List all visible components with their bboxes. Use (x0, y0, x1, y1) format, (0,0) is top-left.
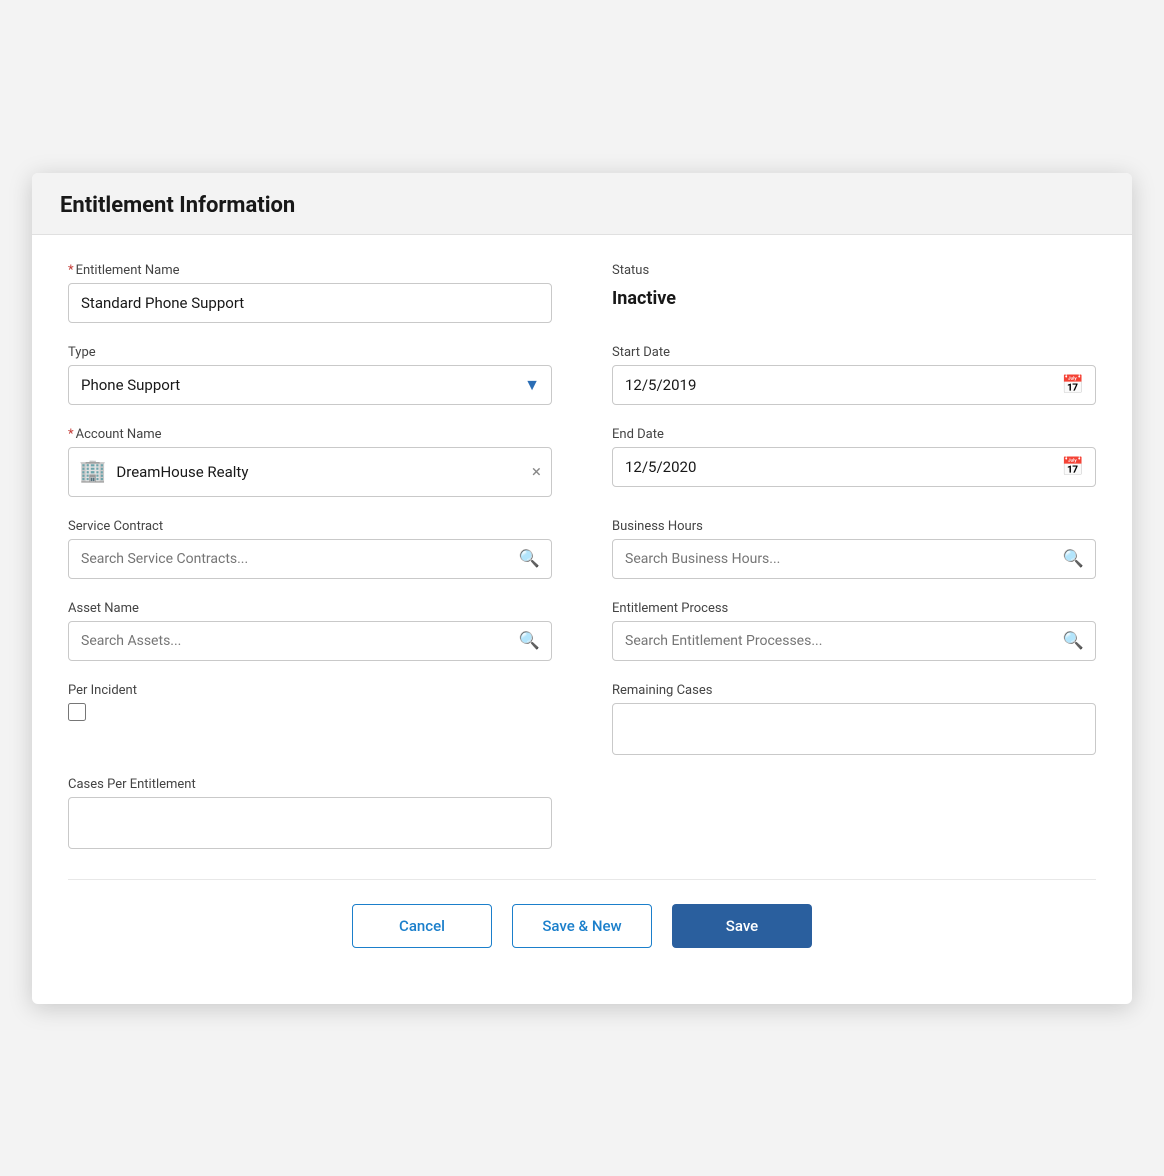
start-date-input[interactable] (612, 365, 1096, 405)
modal-body: *Entitlement Name Status Inactive Type P… (32, 235, 1132, 1004)
end-date-input[interactable] (612, 447, 1096, 487)
account-name-label: *Account Name (68, 427, 552, 442)
end-date-group: End Date 📅 (612, 427, 1096, 497)
cases-per-entitlement-group: Cases Per Entitlement (68, 777, 552, 849)
building-icon: 🏢 (79, 459, 106, 484)
service-contract-input[interactable] (68, 539, 552, 579)
start-date-group: Start Date 📅 (612, 345, 1096, 405)
entitlement-name-label: *Entitlement Name (68, 263, 552, 278)
per-incident-label: Per Incident (68, 683, 552, 698)
status-label: Status (612, 263, 1096, 278)
business-hours-search-wrapper: 🔍 (612, 539, 1096, 579)
account-name-field[interactable]: 🏢 DreamHouse Realty × (68, 447, 552, 497)
entitlement-process-input[interactable] (612, 621, 1096, 661)
asset-name-input[interactable] (68, 621, 552, 661)
cases-per-entitlement-label: Cases Per Entitlement (68, 777, 552, 792)
type-select-wrapper: Phone Support Web Support Email Support … (68, 365, 552, 405)
end-date-wrapper: 📅 (612, 447, 1096, 487)
modal-title: Entitlement Information (60, 193, 1104, 218)
start-date-wrapper: 📅 (612, 365, 1096, 405)
entitlement-modal: Entitlement Information *Entitlement Nam… (32, 173, 1132, 1004)
entitlement-name-input[interactable] (68, 283, 552, 323)
service-contract-search-wrapper: 🔍 (68, 539, 552, 579)
form-grid: *Entitlement Name Status Inactive Type P… (68, 263, 1096, 871)
remaining-cases-label: Remaining Cases (612, 683, 1096, 698)
required-star-account: * (68, 427, 74, 442)
asset-name-group: Asset Name 🔍 (68, 601, 552, 661)
service-contract-group: Service Contract 🔍 (68, 519, 552, 579)
status-value: Inactive (612, 284, 1096, 309)
entitlement-process-label: Entitlement Process (612, 601, 1096, 616)
entitlement-name-group: *Entitlement Name (68, 263, 552, 323)
remaining-cases-group: Remaining Cases (612, 683, 1096, 755)
per-incident-checkbox[interactable] (68, 703, 86, 721)
entitlement-process-group: Entitlement Process 🔍 (612, 601, 1096, 661)
clear-account-icon[interactable]: × (532, 462, 541, 482)
cancel-button[interactable]: Cancel (352, 904, 492, 948)
type-select[interactable]: Phone Support Web Support Email Support (68, 365, 552, 405)
account-name-value: DreamHouse Realty (116, 463, 522, 481)
per-incident-checkbox-wrapper (68, 703, 552, 721)
business-hours-input[interactable] (612, 539, 1096, 579)
save-new-button[interactable]: Save & New (512, 904, 652, 948)
status-group: Status Inactive (612, 263, 1096, 323)
type-group: Type Phone Support Web Support Email Sup… (68, 345, 552, 405)
asset-name-label: Asset Name (68, 601, 552, 616)
start-date-label: Start Date (612, 345, 1096, 360)
service-contract-label: Service Contract (68, 519, 552, 534)
cases-per-entitlement-input[interactable] (68, 797, 552, 849)
end-date-label: End Date (612, 427, 1096, 442)
business-hours-group: Business Hours 🔍 (612, 519, 1096, 579)
modal-header: Entitlement Information (32, 173, 1132, 235)
account-name-group: *Account Name 🏢 DreamHouse Realty × (68, 427, 552, 497)
asset-name-search-wrapper: 🔍 (68, 621, 552, 661)
type-label: Type (68, 345, 552, 360)
business-hours-label: Business Hours (612, 519, 1096, 534)
remaining-cases-input[interactable] (612, 703, 1096, 755)
modal-footer: Cancel Save & New Save (68, 879, 1096, 980)
per-incident-group: Per Incident (68, 683, 552, 755)
save-button[interactable]: Save (672, 904, 812, 948)
entitlement-process-search-wrapper: 🔍 (612, 621, 1096, 661)
required-star: * (68, 263, 74, 278)
empty-cell (612, 777, 1096, 849)
